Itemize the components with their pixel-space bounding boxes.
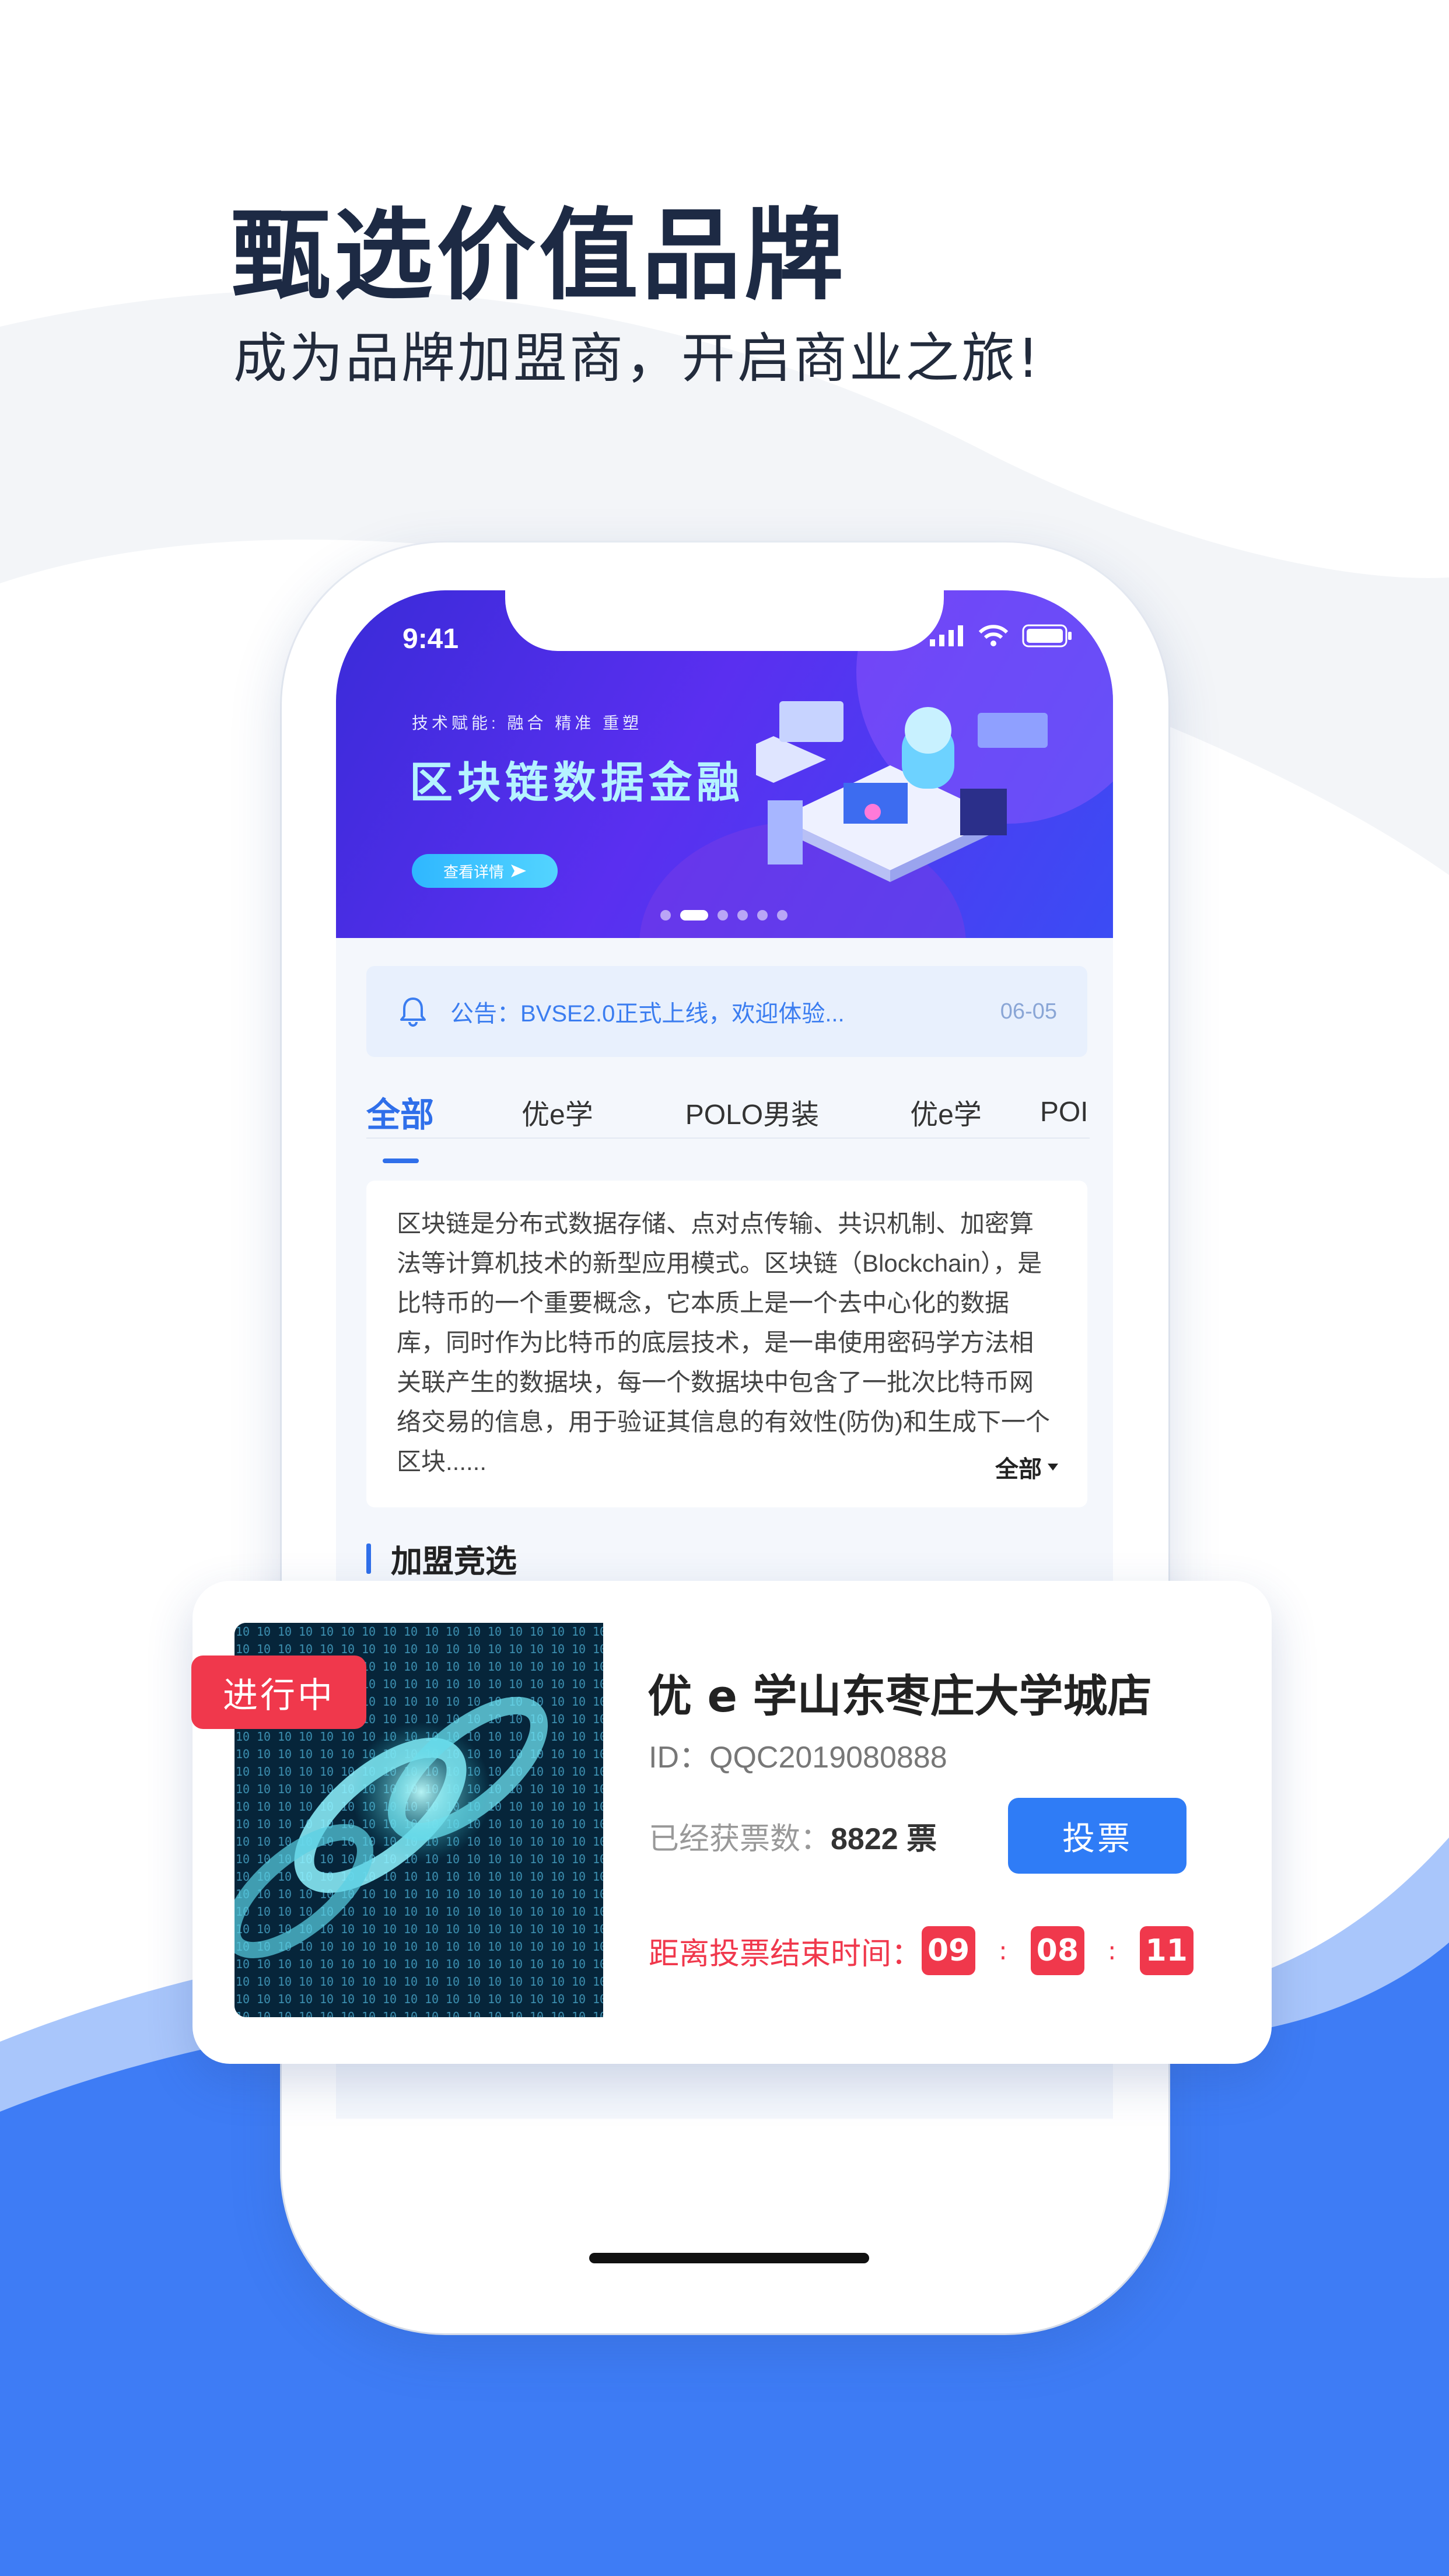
isometric-illustration: [756, 701, 1048, 882]
view-details-button[interactable]: 查看详情: [412, 854, 558, 888]
countdown-minutes: 08: [1030, 1926, 1084, 1975]
section-title: 加盟竞选: [366, 1535, 517, 1581]
carousel-dot[interactable]: [660, 910, 671, 921]
carousel-dots[interactable]: [660, 910, 788, 921]
section-accent-bar: [366, 1543, 371, 1574]
tab-youexue[interactable]: 优e学: [522, 1091, 593, 1132]
vote-count-label: 已经获票数：: [649, 1822, 831, 1856]
tab-all[interactable]: 全部: [366, 1087, 434, 1163]
banner-tagline: 技术赋能: 融合 精准 重塑: [412, 714, 643, 732]
carousel-dot[interactable]: [737, 910, 748, 921]
carousel-dot[interactable]: [777, 910, 788, 921]
promo-banner[interactable]: 9:41 技术赋能: 融合 精准 重塑 区块链数据金融 查看详情: [336, 590, 1113, 938]
section-title-text: 加盟竞选: [391, 1544, 517, 1579]
countdown-separator: :: [999, 1936, 1007, 1966]
hero-subtitle: 成为品牌加盟商，开启商业之旅!: [233, 327, 1041, 390]
wifi-icon: [978, 625, 1009, 646]
store-id: ID：QQC2019080888: [649, 1741, 947, 1774]
expand-all-button[interactable]: 全部: [995, 1450, 1058, 1484]
announcement-bar[interactable]: 公告：BVSE2.0正式上线，欢迎体验... 06-05: [366, 966, 1087, 1057]
phone-notch: [505, 590, 944, 651]
battery-icon: [1022, 624, 1072, 648]
announcement-text: 公告：BVSE2.0正式上线，欢迎体验...: [450, 1001, 845, 1027]
expand-all-label: 全部: [995, 1457, 1042, 1482]
carousel-dot[interactable]: [757, 910, 768, 921]
view-details-label: 查看详情: [443, 863, 504, 881]
store-name: 优 e 学山东枣庄大学城店: [648, 1670, 1152, 1722]
tab-youexue-2[interactable]: 优e学: [910, 1091, 982, 1132]
carousel-dot-active[interactable]: [680, 910, 708, 921]
carousel-dot[interactable]: [718, 910, 728, 921]
arrow-right-icon: [511, 864, 526, 877]
status-time: 9:41: [402, 624, 459, 654]
countdown-separator: :: [1107, 1936, 1116, 1966]
category-tabs: 全部 优e学 POLO男装 优e学 POI: [366, 1086, 1090, 1163]
status-tag-live: 进行中: [191, 1656, 366, 1729]
home-indicator: [589, 2253, 869, 2263]
hero-title: 甄选价值品牌: [231, 198, 848, 314]
tab-polo[interactable]: POLO男装: [685, 1091, 819, 1132]
vote-button[interactable]: 投票: [1008, 1798, 1186, 1874]
countdown-hours: 09: [922, 1926, 976, 1975]
countdown-timer: 距离投票结束时间： 09 : 08 : 11: [649, 1926, 1194, 1975]
description-card: 区块链是分布式数据存储、点对点传输、共识机制、加密算法等计算机技术的新型应用模式…: [366, 1181, 1087, 1507]
countdown-seconds: 11: [1139, 1926, 1194, 1975]
countdown-label: 距离投票结束时间：: [649, 1936, 922, 1972]
description-text: 区块链是分布式数据存储、点对点传输、共识机制、加密算法等计算机技术的新型应用模式…: [397, 1210, 1050, 1475]
vote-count: 已经获票数：8822 票: [649, 1814, 937, 1858]
banner-title: 区块链数据金融: [410, 758, 744, 807]
vote-count-value: 8822 票: [831, 1822, 937, 1856]
caret-down-icon: [1048, 1464, 1058, 1471]
announcement-date: 06-05: [1000, 999, 1057, 1024]
tab-poi[interactable]: POI: [1040, 1096, 1090, 1128]
bell-icon: [400, 998, 426, 1027]
status-icons: [930, 624, 1072, 648]
signal-icon: [930, 625, 963, 646]
